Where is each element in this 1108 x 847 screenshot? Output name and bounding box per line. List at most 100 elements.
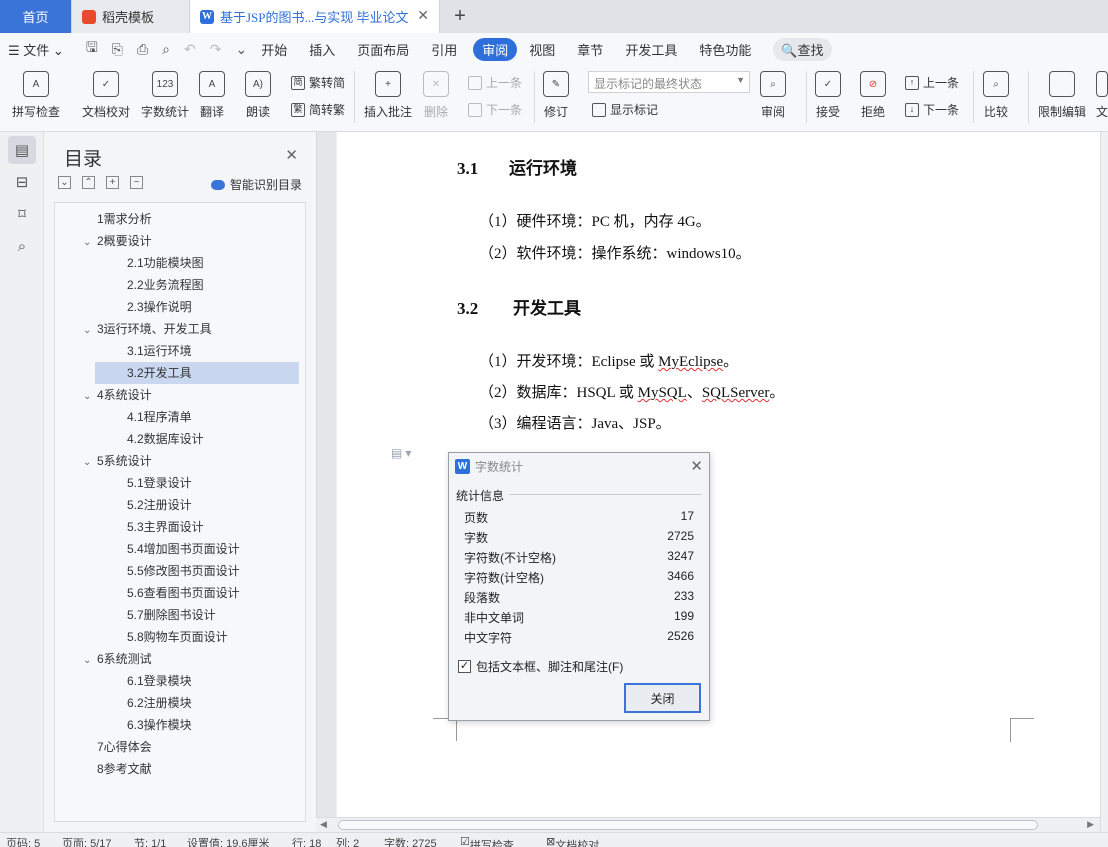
toc-item[interactable]: ⌄ 3运行环境、开发工具 (83, 318, 299, 340)
toc-item[interactable]: 2.2业务流程图 (95, 274, 299, 296)
compare-button[interactable]: ⌕ 比较 (983, 71, 1009, 120)
toc-item[interactable]: 5.2注册设计 (95, 494, 299, 516)
toc-item[interactable]: 1需求分析 (83, 208, 299, 230)
word-count-button[interactable]: 123 字数统计 (141, 71, 189, 120)
toc-panel-icon[interactable]: ▤ (8, 136, 36, 164)
search-button[interactable]: 🔍查找 (773, 37, 832, 61)
toc-item[interactable]: 5.3主界面设计 (95, 516, 299, 538)
toc-item[interactable]: 5.4增加图书页面设计 (95, 538, 299, 560)
menu-chapter[interactable]: 章节 (577, 40, 603, 59)
restrict-edit-button[interactable]: 限制编辑 (1038, 71, 1086, 120)
prev-comment-button[interactable]: 上一条 (468, 74, 522, 91)
chevron-down-icon[interactable]: ⌄ (83, 650, 97, 672)
paragraph-options-icon[interactable]: ▤ ▾ (391, 446, 411, 461)
menu-developer[interactable]: 开发工具 (625, 40, 677, 59)
menu-start[interactable]: 开始 (261, 40, 287, 59)
vertical-scrollbar[interactable] (1100, 132, 1108, 832)
save-icon[interactable]: 🖫 (86, 37, 98, 61)
redo-icon[interactable]: ↷ (210, 41, 222, 58)
close-tab-icon[interactable]: ✕ (417, 8, 429, 25)
toc-item[interactable]: 2.3操作说明 (95, 296, 299, 318)
bookmark-icon[interactable]: ⌑ (8, 200, 36, 228)
chevron-down-icon[interactable]: ⌄ (83, 386, 97, 408)
status-proof[interactable]: ⊠ 文档校对 (546, 835, 599, 847)
tab-document[interactable]: W 基于JSP的图书...与实现 毕业论文 ✕ (190, 0, 440, 33)
status-words[interactable]: 字数: 2725 (384, 835, 437, 847)
delete-comment-button[interactable]: ✕ 删除 (423, 71, 449, 120)
scroll-thumb[interactable] (338, 820, 1038, 830)
toc-item[interactable]: 6.3操作模块 (95, 714, 299, 736)
toc-item[interactable]: 7心得体会 (83, 736, 299, 758)
reject-button[interactable]: ⊘ 拒绝 (860, 71, 886, 120)
spell-error-word[interactable]: SQLServer (702, 385, 770, 401)
spell-error-word[interactable]: MySQL (638, 385, 687, 401)
file-menu[interactable]: ☰ 文件 ⌄ (8, 40, 64, 59)
insert-comment-button[interactable]: + 插入批注 (364, 71, 412, 120)
tab-templates[interactable]: 稻壳模板 (72, 0, 190, 33)
read-aloud-button[interactable]: A) 朗读 (245, 71, 271, 120)
toc-item[interactable]: 2.1功能模块图 (95, 252, 299, 274)
menu-insert[interactable]: 插入 (309, 40, 335, 59)
menu-view[interactable]: 视图 (529, 40, 555, 59)
simp-to-trad-button[interactable]: 繁简转繁 (291, 101, 345, 118)
horizontal-scrollbar[interactable]: ◀ ▶ (316, 817, 1100, 832)
toc-item[interactable]: 5.7删除图书设计 (95, 604, 299, 626)
chevron-down-icon[interactable]: ⌄ (83, 232, 97, 254)
spell-check-button[interactable]: A 拼写检查 (12, 71, 60, 120)
toc-item[interactable]: 4.1程序清单 (95, 406, 299, 428)
next-comment-button[interactable]: 下一条 (468, 101, 522, 118)
toc-item[interactable]: 5.6查看图书页面设计 (95, 582, 299, 604)
toc-item[interactable]: 5.8购物车页面设计 (95, 626, 299, 648)
toc-item[interactable]: ⌄ 4系统设计 (83, 384, 299, 406)
close-button[interactable]: 关闭 (624, 683, 701, 713)
toc-item[interactable]: 8参考文献 (83, 758, 299, 780)
toc-item[interactable]: 4.2数据库设计 (95, 428, 299, 450)
accept-button[interactable]: ✓ 接受 (815, 71, 841, 120)
trad-to-simp-button[interactable]: 简繁转简 (291, 74, 345, 91)
more-ribbon-button[interactable]: 文 (1096, 71, 1108, 120)
toc-item[interactable]: ⌄ 6系统测试 (83, 648, 299, 670)
undo-icon[interactable]: ↶ (184, 41, 196, 58)
find-icon[interactable]: ⌕ (8, 232, 36, 260)
next-change-button[interactable]: ↓ 下一条 (905, 101, 959, 118)
doc-proof-button[interactable]: ✓ 文档校对 (82, 71, 130, 120)
new-tab-button[interactable]: + (440, 0, 480, 33)
toc-item[interactable]: 5.1登录设计 (95, 472, 299, 494)
smart-toc-button[interactable]: 智能识别目录 (210, 176, 302, 193)
include-textboxes-checkbox[interactable]: ✓ 包括文本框、脚注和尾注(F) (458, 658, 623, 675)
expand-all-icon[interactable]: ⌃ (82, 176, 95, 189)
remove-heading-icon[interactable]: − (130, 176, 143, 189)
quick-access-dropdown-icon[interactable]: ⌄ (235, 41, 247, 58)
print-preview-icon[interactable]: ⌕ (162, 41, 170, 58)
toc-item[interactable]: ⌄ 2概要设计 (83, 230, 299, 252)
collapse-all-icon[interactable]: ⌄ (58, 176, 71, 189)
toc-item[interactable]: 6.1登录模块 (95, 670, 299, 692)
tab-home[interactable]: 首页 (0, 0, 72, 33)
print-icon[interactable]: ⎙ (137, 41, 148, 58)
prev-change-button[interactable]: ↑ 上一条 (905, 74, 959, 91)
chapter-nav-icon[interactable]: ⊟ (8, 168, 36, 196)
review-pane-button[interactable]: ⌕ 审阅 (760, 71, 786, 120)
toc-item[interactable]: 3.2开发工具 (95, 362, 299, 384)
chevron-down-icon[interactable]: ⌄ (83, 320, 97, 342)
markup-mode-select[interactable]: 显示标记的最终状态 ▼ (588, 71, 750, 93)
close-icon[interactable]: ✕ (690, 457, 703, 475)
chevron-down-icon[interactable]: ⌄ (83, 452, 97, 474)
menu-references[interactable]: 引用 (431, 40, 457, 59)
close-icon[interactable]: ✕ (285, 146, 298, 164)
scroll-left-icon[interactable]: ◀ (320, 819, 327, 830)
toc-item[interactable]: ⌄ 5系统设计 (83, 450, 299, 472)
toc-item[interactable]: 3.1运行环境 (95, 340, 299, 362)
export-icon[interactable]: ⎘ (112, 41, 123, 58)
toc-item[interactable]: 5.5修改图书页面设计 (95, 560, 299, 582)
show-markup-button[interactable]: 显示标记 (592, 101, 658, 118)
menu-review[interactable]: 审阅 (473, 37, 518, 61)
track-changes-button[interactable]: ✎ 修订 (543, 71, 569, 120)
add-heading-icon[interactable]: + (106, 176, 119, 189)
menu-page-layout[interactable]: 页面布局 (357, 40, 409, 59)
translate-button[interactable]: A 翻译 (199, 71, 225, 120)
scroll-right-icon[interactable]: ▶ (1087, 819, 1094, 830)
spell-error-word[interactable]: MyEclipse (658, 354, 723, 370)
status-spell-check[interactable]: ☑ 拼写检查 (460, 835, 514, 847)
dialog-titlebar[interactable]: W 字数统计 ✕ (449, 453, 709, 479)
